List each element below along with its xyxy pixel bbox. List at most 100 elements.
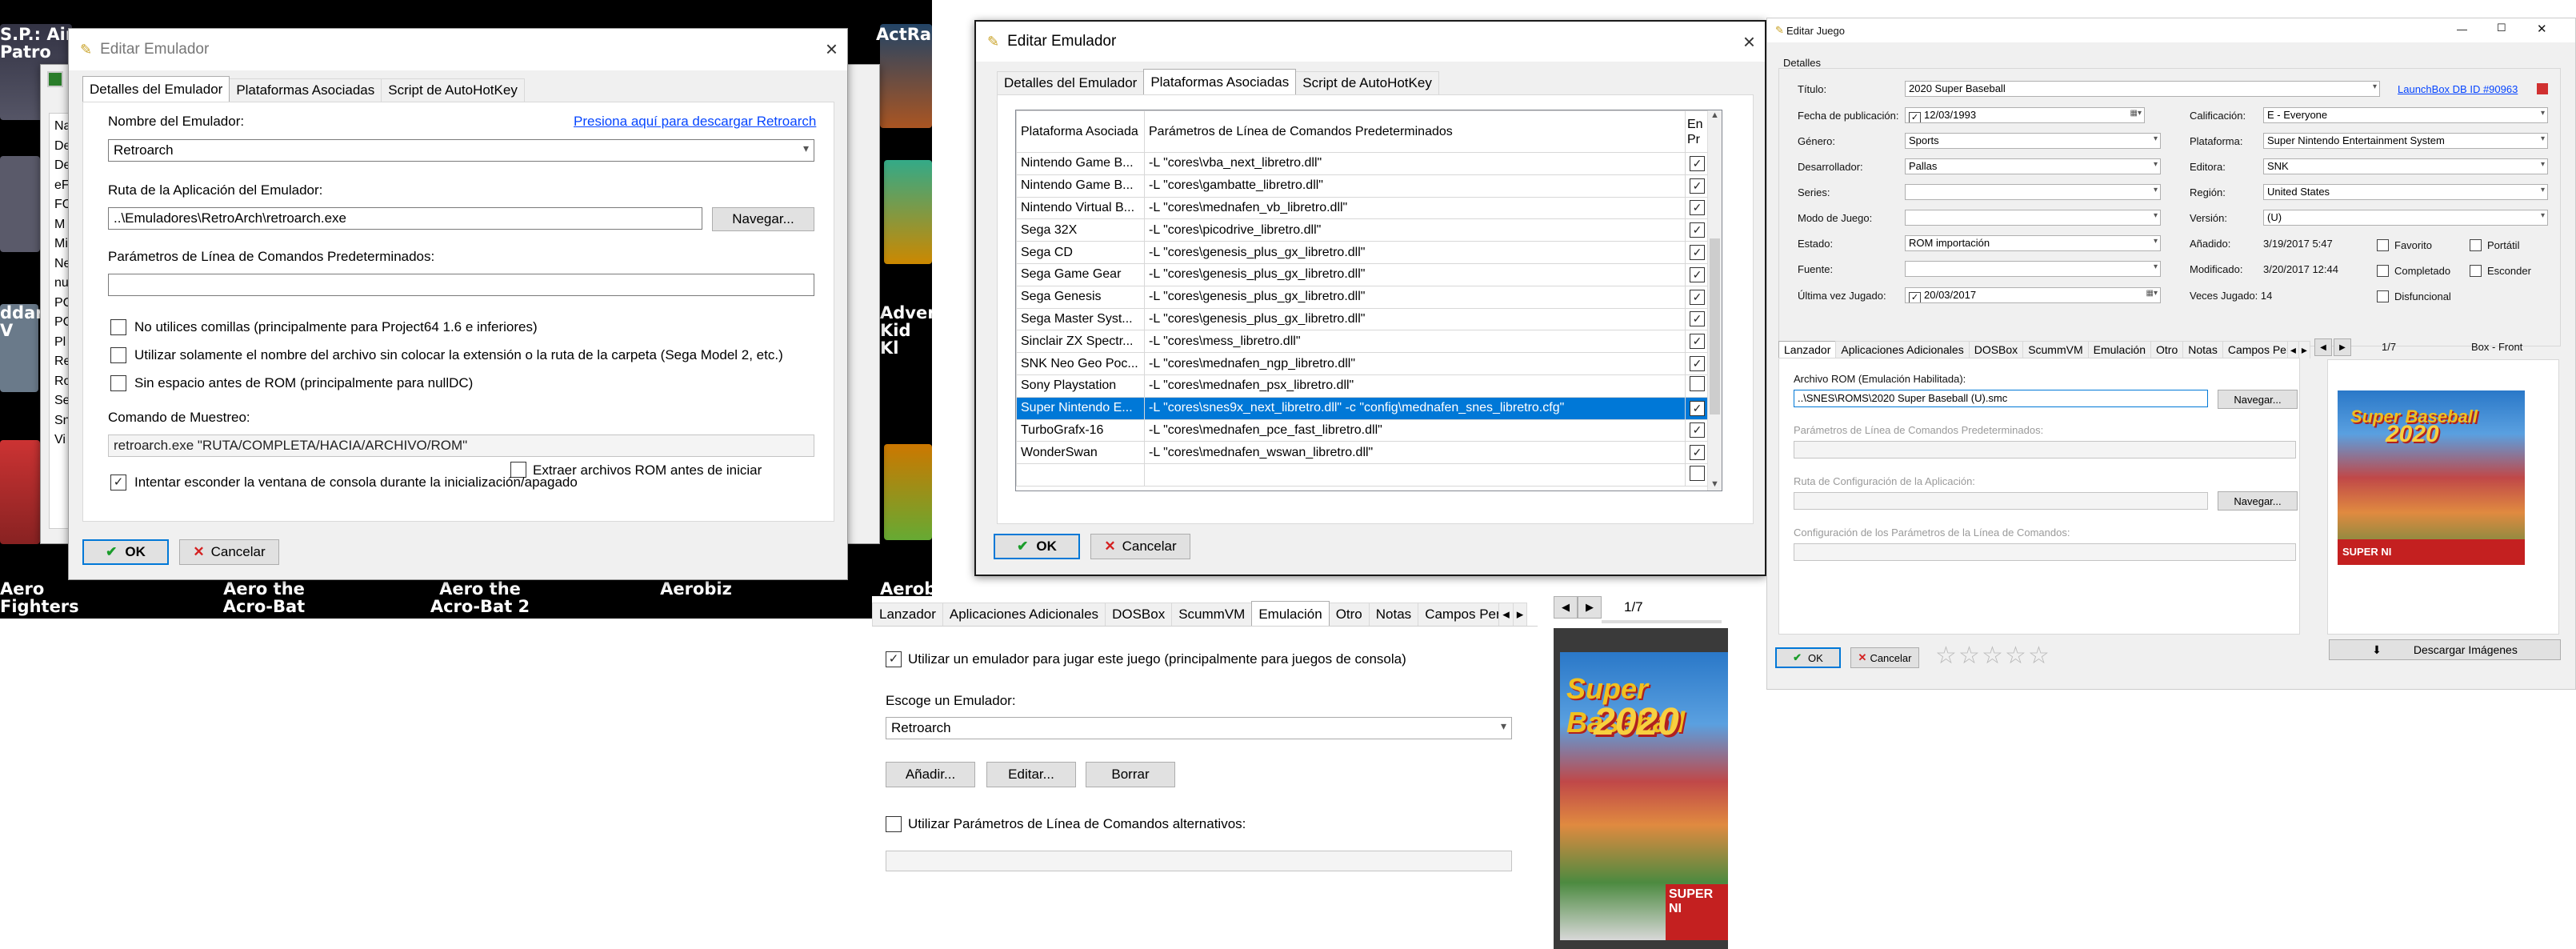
platform-cell[interactable]	[1016, 463, 1145, 487]
download-images-button[interactable]: ⬇ Descargar Imágenes	[2329, 639, 2561, 660]
last-played-checkbox[interactable]: ✓	[1909, 292, 1921, 302]
default-checkbox[interactable]: ✓	[1690, 200, 1705, 216]
table-row[interactable]: WonderSwan -L "cores\mednafen_wswan_libre…	[1016, 441, 1710, 465]
no-space-checkbox[interactable]	[110, 375, 126, 391]
completed-checkbox[interactable]	[2377, 265, 2389, 277]
tab-associated-platforms[interactable]: Plataformas Asociadas	[229, 78, 382, 102]
tab-dosbox[interactable]: DOSBox	[1968, 341, 2024, 358]
platform-cell[interactable]: TurboGrafx-16	[1016, 418, 1145, 442]
tab-emulation[interactable]: Emulación	[2087, 341, 2152, 358]
status-combo[interactable]: ROM importación ▾	[1905, 235, 2161, 251]
region-combo[interactable]: United States ▾	[2263, 184, 2548, 200]
default-checkbox[interactable]: ✓	[1690, 400, 1705, 416]
params-cell[interactable]: -L "cores\genesis_plus_gx_libretro.dll"	[1144, 262, 1686, 286]
filename-only-checkbox[interactable]	[110, 347, 126, 363]
play-mode-combo[interactable]: ▾	[1905, 210, 2161, 226]
calendar-icon[interactable]: ▦▾	[2130, 109, 2142, 118]
maximize-icon[interactable]: ☐	[2497, 22, 2506, 34]
tab-scroll-right-icon[interactable]: ▸	[1512, 603, 1528, 626]
default-checkbox[interactable]: ✓	[1690, 266, 1705, 282]
publisher-combo[interactable]: SNK ▾	[2263, 158, 2548, 174]
genre-combo[interactable]: Sports ▾	[1905, 133, 2161, 149]
tab-associated-platforms[interactable]: Plataformas Asociadas	[1143, 69, 1297, 94]
prev-image-icon[interactable]: ◀	[1554, 596, 1578, 619]
params-cell[interactable]: -L "cores\mednafen_ngp_libretro.dll"	[1144, 352, 1686, 375]
default-checkbox[interactable]: ✓	[1690, 356, 1705, 372]
rom-file-input[interactable]: ..\SNES\ROMS\2020 Super Baseball (U).smc	[1794, 390, 2208, 407]
default-checkbox[interactable]: ✓	[1690, 311, 1705, 327]
default-checkbox[interactable]: ✓	[1690, 445, 1705, 461]
default-checkbox[interactable]	[1690, 465, 1705, 481]
browse-rom-button[interactable]: Navegar...	[2218, 390, 2298, 409]
release-date-picker[interactable]: ✓ 12/03/1993 ▦▾	[1905, 107, 2145, 123]
tab-dosbox[interactable]: DOSBox	[1105, 603, 1173, 626]
source-combo[interactable]: ▾	[1905, 261, 2161, 277]
tab-emulator-details[interactable]: Detalles del Emulador	[997, 71, 1145, 94]
params-cell[interactable]: -L "cores\genesis_plus_gx_libretro.dll"	[1144, 307, 1686, 331]
params-cell[interactable]: -L "cores\picodrive_libretro.dll"	[1144, 218, 1686, 242]
column-header-platform[interactable]: Plataforma Asociada	[1016, 110, 1145, 153]
game-tile[interactable]	[0, 440, 40, 544]
star-rating[interactable]: ☆ ☆ ☆ ☆ ☆	[1935, 644, 2055, 668]
default-checkbox[interactable]: ✓	[1690, 289, 1705, 305]
default-checkbox[interactable]	[1690, 376, 1705, 392]
favorite-checkbox[interactable]	[2377, 239, 2389, 251]
prev-image-icon[interactable]: ◀	[2314, 338, 2332, 356]
tab-notes[interactable]: Notas	[2182, 341, 2223, 358]
ok-button[interactable]: ✔ OK	[1775, 647, 1841, 668]
emulator-name-field[interactable]: Retroarch ▾	[108, 139, 814, 162]
params-cell[interactable]: -L "cores\mednafen_wswan_libretro.dll"	[1144, 441, 1686, 465]
use-emulator-checkbox[interactable]: ✓	[886, 651, 902, 667]
close-icon[interactable]: ✕	[2537, 22, 2547, 36]
version-combo[interactable]: (U) ▾	[2263, 210, 2548, 226]
platform-cell[interactable]: Sinclair ZX Spectr...	[1016, 330, 1145, 354]
params-cell[interactable]: -L "cores\vba_next_libretro.dll"	[1144, 152, 1686, 175]
params-cell[interactable]	[1144, 463, 1686, 487]
default-checkbox[interactable]: ✓	[1690, 222, 1705, 238]
close-button[interactable]: ×	[826, 38, 838, 59]
game-tile[interactable]	[884, 444, 932, 540]
close-button[interactable]: ×	[1743, 31, 1755, 52]
table-row[interactable]: Sinclair ZX Spectr... -L "cores\mess_libr…	[1016, 330, 1710, 354]
tab-scroll-left-icon[interactable]: ◂	[2286, 341, 2299, 358]
column-header-default[interactable]: En Pr	[1685, 110, 1710, 153]
portable-checkbox[interactable]	[2470, 239, 2482, 251]
cancel-button[interactable]: ✕ Cancelar	[1090, 534, 1190, 559]
tab-scroll-right-icon[interactable]: ▸	[2298, 341, 2310, 358]
tab-autohotkey-script[interactable]: Script de AutoHotKey	[381, 78, 525, 102]
platform-cell[interactable]: WonderSwan	[1016, 441, 1145, 465]
download-retroarch-link[interactable]: Presiona aquí para descargar Retroarch	[574, 114, 816, 130]
rating-combo[interactable]: E - Everyone ▾	[2263, 107, 2548, 123]
scroll-up-icon[interactable]: ▲	[1708, 110, 1722, 120]
cancel-button[interactable]: ✕ Cancelar	[1850, 647, 1919, 668]
broken-checkbox[interactable]	[2377, 290, 2389, 302]
platform-cell[interactable]: Sega 32X	[1016, 218, 1145, 242]
tab-autohotkey-script[interactable]: Script de AutoHotKey	[1295, 71, 1439, 94]
next-image-icon[interactable]: ▶	[1578, 596, 1602, 619]
developer-combo[interactable]: Pallas ▾	[1905, 158, 2161, 174]
platform-combo[interactable]: Super Nintendo Entertainment System ▾	[2263, 133, 2548, 149]
tab-emulation[interactable]: Emulación	[1251, 601, 1330, 626]
platform-cell[interactable]: Nintendo Game B...	[1016, 152, 1145, 175]
emulator-select[interactable]: Retroarch ▾	[886, 717, 1512, 739]
default-checkbox[interactable]: ✓	[1690, 334, 1705, 350]
params-cell[interactable]: -L "cores\mednafen_vb_libretro.dll"	[1144, 196, 1686, 220]
params-cell[interactable]: -L "cores\genesis_plus_gx_libretro.dll"	[1144, 241, 1686, 264]
params-cell[interactable]: -L "cores\genesis_plus_gx_libretro.dll"	[1144, 285, 1686, 309]
edit-button[interactable]: Editar...	[986, 762, 1076, 787]
tab-other[interactable]: Otro	[2150, 341, 2184, 358]
title-combo[interactable]: 2020 Super Baseball ▾	[1905, 81, 2380, 97]
scroll-down-icon[interactable]: ▼	[1708, 479, 1722, 489]
table-row[interactable]	[1016, 463, 1710, 487]
platform-cell[interactable]: Nintendo Virtual B...	[1016, 196, 1145, 220]
ok-button[interactable]: ✔ OK	[994, 534, 1080, 559]
ok-button[interactable]: ✔ OK	[82, 539, 169, 565]
table-row[interactable]: Nintendo Game B... -L "cores\vba_next_lib…	[1016, 152, 1710, 175]
tab-custom-fields[interactable]: Campos Perso	[2222, 341, 2288, 358]
hide-console-checkbox[interactable]: ✓	[110, 474, 126, 491]
scrollbar-thumb[interactable]	[1710, 238, 1720, 414]
default-checkbox[interactable]: ✓	[1690, 178, 1705, 194]
release-date-checkbox[interactable]: ✓	[1909, 112, 1921, 122]
add-button[interactable]: Añadir...	[886, 762, 975, 787]
star-icon[interactable]: ☆	[2005, 644, 2026, 668]
